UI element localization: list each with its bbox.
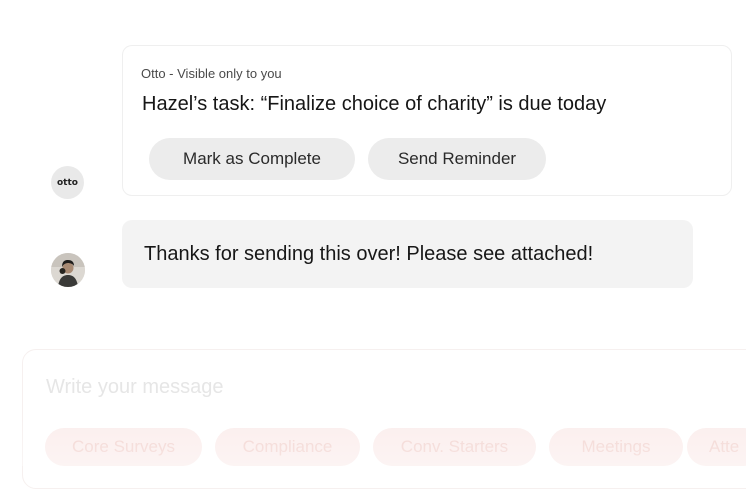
- otto-avatar-label: otto: [57, 177, 78, 188]
- otto-message-title: Hazel’s task: “Finalize choice of charit…: [142, 93, 607, 115]
- chip-attendance[interactable]: Atte: [687, 428, 746, 466]
- message-input[interactable]: [44, 375, 648, 400]
- otto-message-card: Otto - Visible only to you Hazel’s task:…: [122, 45, 732, 196]
- user-message-bubble: Thanks for sending this over! Please see…: [122, 220, 693, 288]
- mark-as-complete-button[interactable]: Mark as Complete: [149, 138, 355, 180]
- otto-message-meta: Otto - Visible only to you: [141, 66, 282, 81]
- quick-action-chips: Core Surveys Compliance Conv. Starters M…: [23, 428, 746, 468]
- message-composer: Core Surveys Compliance Conv. Starters M…: [22, 349, 746, 489]
- chip-conv-starters[interactable]: Conv. Starters: [373, 428, 536, 466]
- user-avatar-photo: [51, 253, 85, 287]
- user-message-text: Thanks for sending this over! Please see…: [144, 242, 594, 265]
- user-avatar: [51, 253, 85, 287]
- chip-core-surveys[interactable]: Core Surveys: [45, 428, 202, 466]
- send-reminder-button[interactable]: Send Reminder: [368, 138, 546, 180]
- chip-meetings[interactable]: Meetings: [549, 428, 683, 466]
- chip-compliance[interactable]: Compliance: [215, 428, 360, 466]
- otto-avatar: otto: [51, 166, 84, 199]
